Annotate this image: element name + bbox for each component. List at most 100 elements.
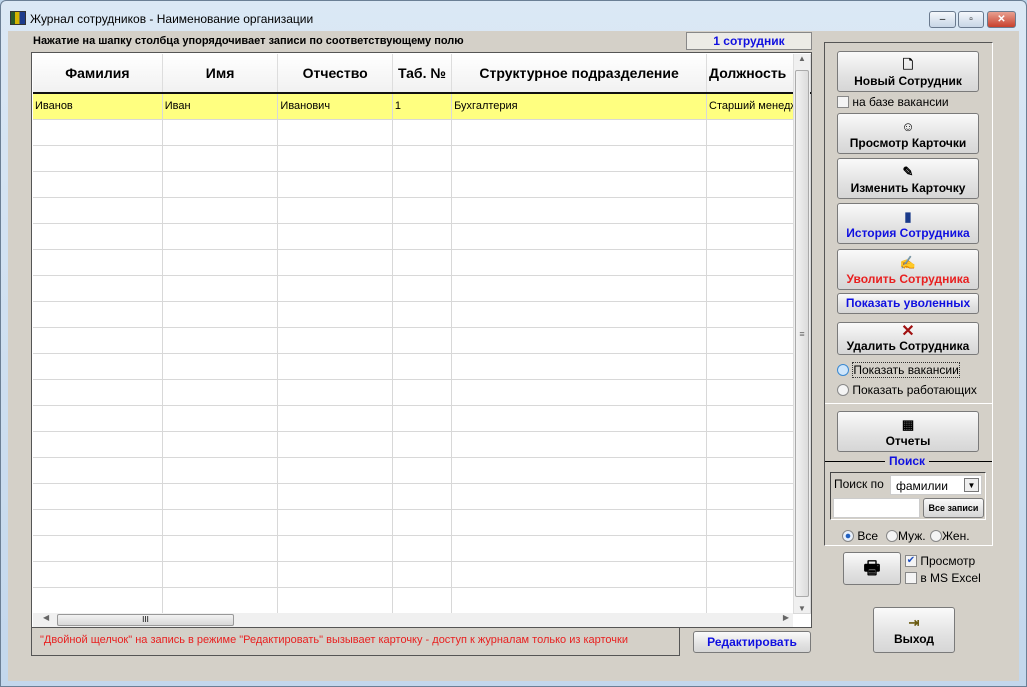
horizontal-scroll-thumb[interactable]: III	[57, 614, 234, 626]
empty-table-row[interactable]	[33, 405, 811, 432]
empty-cell	[451, 353, 708, 380]
empty-cell	[277, 327, 393, 354]
checkbox-box	[905, 571, 917, 584]
exit-label: Выход	[893, 632, 935, 646]
empty-cell	[277, 223, 393, 250]
empty-cell	[162, 145, 279, 172]
column-header-lastname[interactable]: Фамилия	[33, 54, 163, 94]
cell-tab-number: 1	[392, 93, 453, 120]
show-working-radio[interactable]: Показать работающих	[837, 382, 977, 397]
empty-table-row[interactable]	[33, 457, 811, 484]
empty-cell	[451, 379, 708, 406]
empty-cell	[277, 405, 393, 432]
employee-count: 1 сотрудник	[686, 32, 812, 50]
empty-table-row[interactable]	[33, 145, 811, 172]
empty-table-row[interactable]	[33, 301, 811, 328]
show-vacancies-radio[interactable]: Показать вакансии	[837, 361, 960, 378]
double-click-note: "Двойной щелчок" на запись в режиме "Ред…	[40, 634, 628, 646]
gender-female-label: Жен.	[942, 528, 970, 543]
gender-all-radio[interactable]: Все	[842, 528, 878, 543]
empty-table-row[interactable]	[33, 379, 811, 406]
reports-label: Отчеты	[885, 434, 931, 448]
empty-table-row[interactable]	[33, 275, 811, 302]
printer-icon: 🖶	[863, 558, 881, 578]
all-records-button[interactable]: Все записи	[923, 498, 984, 518]
radio-circle	[886, 529, 898, 542]
empty-cell	[277, 535, 393, 562]
empty-cell	[33, 587, 163, 614]
empty-cell	[392, 483, 453, 510]
empty-table-row[interactable]	[33, 561, 811, 588]
empty-cell	[162, 509, 279, 536]
employees-grid[interactable]: Фамилия Имя Отчество Таб. № Структурное …	[31, 52, 812, 628]
empty-cell	[451, 483, 708, 510]
chevron-down-icon[interactable]: ▼	[964, 478, 979, 492]
empty-cell	[277, 587, 393, 614]
empty-cell	[33, 405, 163, 432]
column-header-department[interactable]: Структурное подразделение	[451, 54, 708, 94]
print-button[interactable]: 🖶	[843, 552, 901, 585]
empty-cell	[162, 483, 279, 510]
empty-table-row[interactable]	[33, 223, 811, 250]
empty-table-row[interactable]	[33, 535, 811, 562]
radio-circle	[837, 383, 849, 396]
empty-cell	[33, 535, 163, 562]
empty-cell	[277, 379, 393, 406]
empty-cell	[451, 301, 708, 328]
empty-table-row[interactable]	[33, 509, 811, 536]
empty-cell	[392, 223, 453, 250]
empty-table-row[interactable]	[33, 249, 811, 276]
delete-employee-button[interactable]: ✕ Удалить Сотрудника	[837, 322, 979, 355]
search-field-select[interactable]: фамилии ▼	[890, 475, 982, 495]
gender-male-radio[interactable]: Муж.	[886, 528, 926, 543]
dismiss-employee-button[interactable]: ✍ Уволить Сотрудника	[837, 249, 979, 290]
empty-table-row[interactable]	[33, 171, 811, 198]
reports-button[interactable]: ▦ Отчеты	[837, 411, 979, 452]
excel-checkbox[interactable]: в MS Excel	[905, 570, 981, 585]
empty-cell	[451, 275, 708, 302]
empty-cell	[392, 353, 453, 380]
vertical-scroll-thumb[interactable]: ≡	[795, 70, 809, 597]
from-vacancy-checkbox[interactable]: на базе вакансии	[837, 94, 949, 109]
empty-cell	[392, 457, 453, 484]
column-header-tab-number[interactable]: Таб. №	[392, 54, 453, 94]
empty-cell	[451, 535, 708, 562]
empty-cell	[392, 171, 453, 198]
empty-cell	[162, 171, 279, 198]
search-input[interactable]	[833, 498, 920, 518]
maximize-button[interactable]: ▫	[958, 11, 984, 28]
new-employee-label: Новый Сотрудник	[854, 74, 962, 88]
book-icon: ▮	[904, 209, 912, 224]
empty-cell	[277, 119, 393, 146]
empty-cell	[392, 405, 453, 432]
edit-button[interactable]: Редактировать	[693, 631, 811, 653]
empty-table-row[interactable]	[33, 483, 811, 510]
empty-table-row[interactable]	[33, 119, 811, 146]
minimize-button[interactable]: ‒	[929, 11, 956, 28]
empty-cell	[162, 249, 279, 276]
table-row[interactable]: Иванов Иван Иванович 1 Бухгалтерия Старш…	[33, 93, 811, 120]
card-portrait-icon: ☺	[901, 119, 915, 134]
cell-patronymic: Иванович	[277, 93, 393, 120]
exit-button[interactable]: ⇥ Выход	[873, 607, 955, 653]
empty-table-row[interactable]	[33, 327, 811, 354]
column-header-patronymic[interactable]: Отчество	[277, 54, 393, 94]
preview-checkbox[interactable]: ✔ Просмотр	[905, 553, 975, 568]
empty-table-row[interactable]	[33, 431, 811, 458]
cell-firstname: Иван	[162, 93, 279, 120]
empty-cell	[162, 301, 279, 328]
empty-table-row[interactable]	[33, 587, 811, 614]
empty-table-row[interactable]	[33, 353, 811, 380]
close-button[interactable]: ✕	[987, 11, 1016, 28]
empty-cell	[451, 197, 708, 224]
column-header-firstname[interactable]: Имя	[162, 54, 279, 94]
employee-history-button[interactable]: ▮ История Сотрудника	[837, 203, 979, 244]
show-dismissed-button[interactable]: Показать уволенных	[837, 293, 979, 314]
view-card-button[interactable]: ☺ Просмотр Карточки	[837, 113, 979, 154]
new-employee-button[interactable]: 🗋 Новый Сотрудник	[837, 51, 979, 92]
empty-cell	[451, 561, 708, 588]
edit-card-button[interactable]: ✎ Изменить Карточку	[837, 158, 979, 199]
empty-cell	[451, 431, 708, 458]
gender-female-radio[interactable]: Жен.	[930, 528, 970, 543]
empty-table-row[interactable]	[33, 197, 811, 224]
